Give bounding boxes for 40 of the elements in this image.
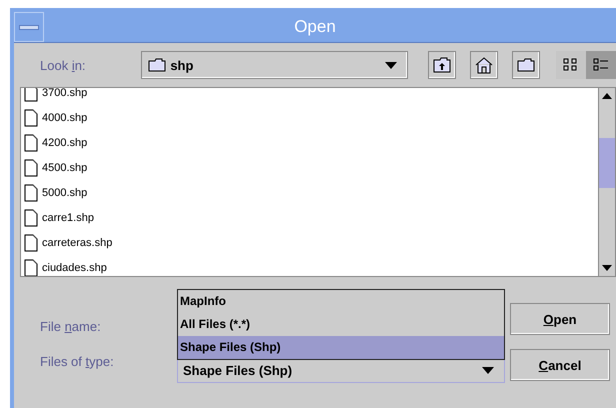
file-name[interactable]: 4500.shp	[42, 162, 88, 174]
file-type-option[interactable]: MapInfo	[178, 290, 504, 313]
home-button[interactable]	[470, 51, 498, 79]
scrollbar[interactable]	[598, 88, 615, 276]
home-icon	[474, 56, 493, 74]
folder-icon	[516, 58, 535, 72]
details-view-icon	[593, 58, 610, 72]
file-name[interactable]: carre1.shp	[42, 212, 94, 224]
document-icon	[24, 134, 38, 152]
file-name[interactable]: carreteras.shp	[42, 236, 112, 248]
caret-icon	[384, 62, 397, 68]
file-type-option[interactable]: Shape Files (Shp)	[178, 336, 504, 359]
window-menu-button[interactable]	[14, 12, 44, 42]
file-name[interactable]: 5000.shp	[42, 186, 88, 198]
look-in-dropdown[interactable]: shp	[141, 51, 408, 79]
list-view-button[interactable]	[556, 51, 586, 79]
window-title: Open	[293, 17, 337, 37]
list-view-icon	[563, 58, 580, 72]
down-arrow-icon	[602, 265, 612, 271]
file-name[interactable]: 4200.shp	[42, 136, 88, 148]
file-name[interactable]: 4000.shp	[42, 112, 88, 124]
document-icon	[24, 184, 38, 202]
file-name[interactable]: ciudades.shp	[42, 262, 107, 274]
folder-up-icon	[432, 57, 451, 73]
caret-icon	[482, 366, 494, 374]
document-icon	[24, 208, 38, 226]
file-type-label: Files of type:	[40, 354, 115, 369]
up-folder-button[interactable]	[428, 51, 456, 79]
up-arrow-icon	[602, 93, 612, 99]
document-icon	[24, 234, 38, 252]
document-icon	[24, 108, 38, 126]
file-type-option[interactable]: All Files (*.*)	[178, 313, 504, 336]
document-icon	[24, 158, 38, 176]
look-in-label: Look in:	[39, 58, 87, 72]
details-view-button[interactable]	[586, 51, 616, 79]
cancel-button[interactable]: Cancel	[510, 349, 610, 381]
new-folder-button[interactable]	[512, 51, 540, 79]
file-name-label: File name:	[40, 319, 102, 334]
folder-icon	[148, 58, 166, 72]
open-button[interactable]: Open	[510, 303, 610, 335]
